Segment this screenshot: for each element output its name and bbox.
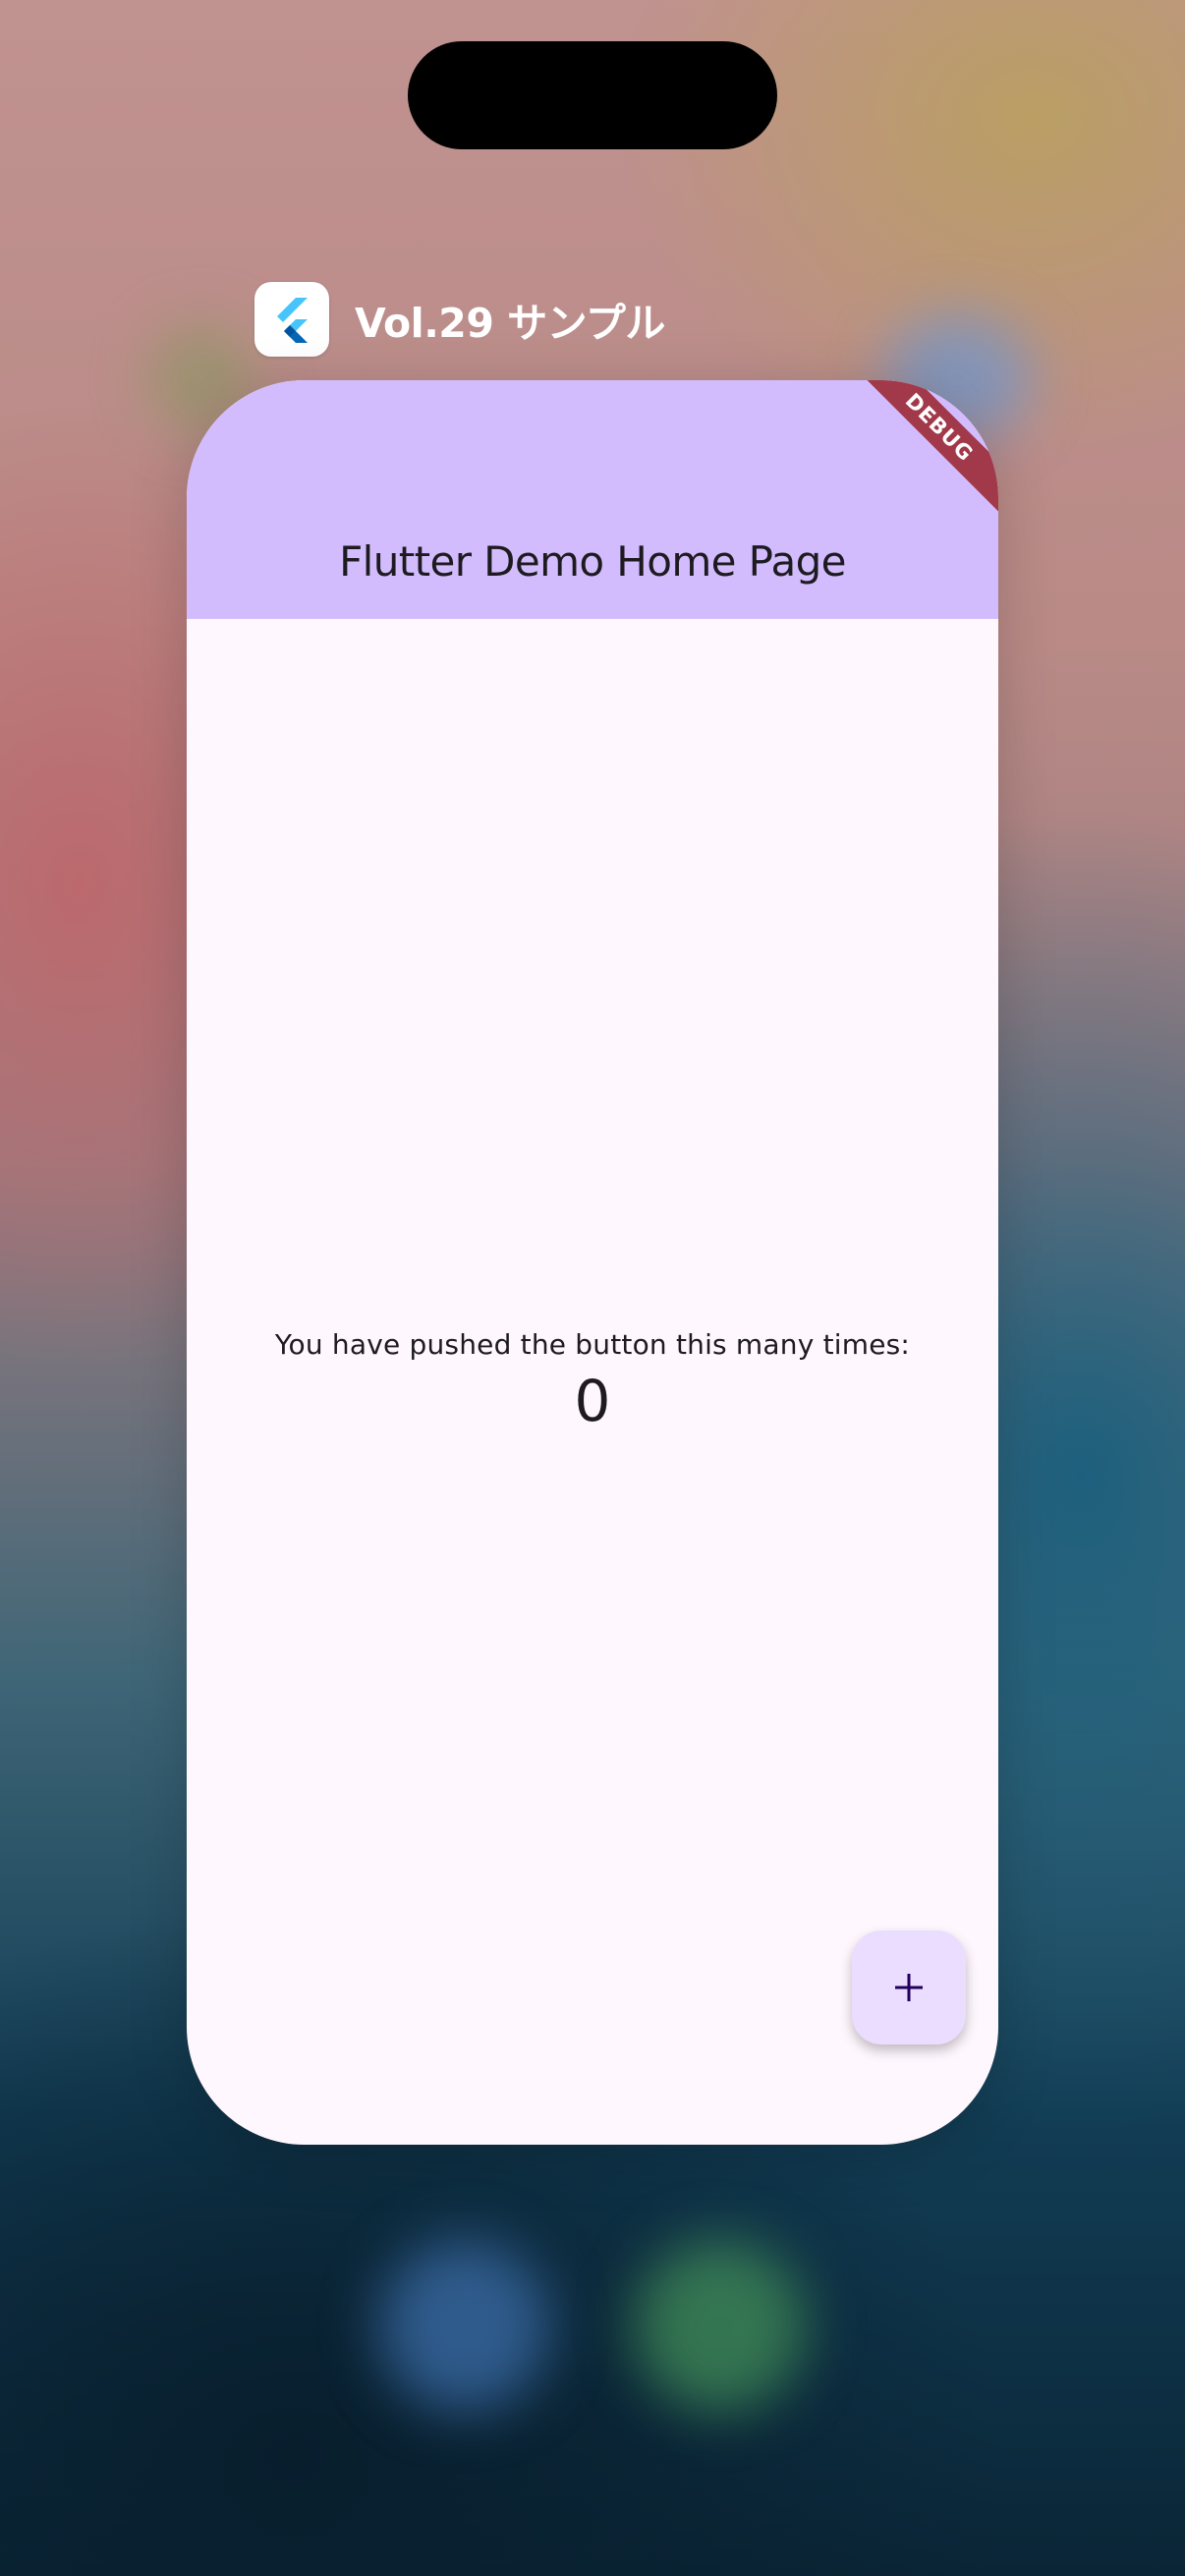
app-switcher-header[interactable]: Vol.29 サンプル — [254, 282, 665, 357]
dynamic-island — [408, 41, 777, 149]
counter-value: 0 — [574, 1368, 611, 1434]
dock-blur-icon — [378, 2240, 550, 2412]
app-preview-card[interactable]: Flutter Demo Home Page DEBUG You have pu… — [187, 380, 998, 2145]
increment-button[interactable] — [852, 1931, 966, 2044]
app-bar: Flutter Demo Home Page — [187, 380, 998, 619]
plus-icon — [895, 1974, 923, 2001]
counter-label: You have pushed the button this many tim… — [274, 1328, 911, 1361]
flutter-logo-svg — [277, 298, 308, 343]
page-title: Flutter Demo Home Page — [339, 537, 846, 586]
dock-blur-icon — [634, 2240, 806, 2412]
flutter-logo-icon — [254, 282, 329, 357]
app-name-label: Vol.29 サンプル — [355, 300, 665, 347]
